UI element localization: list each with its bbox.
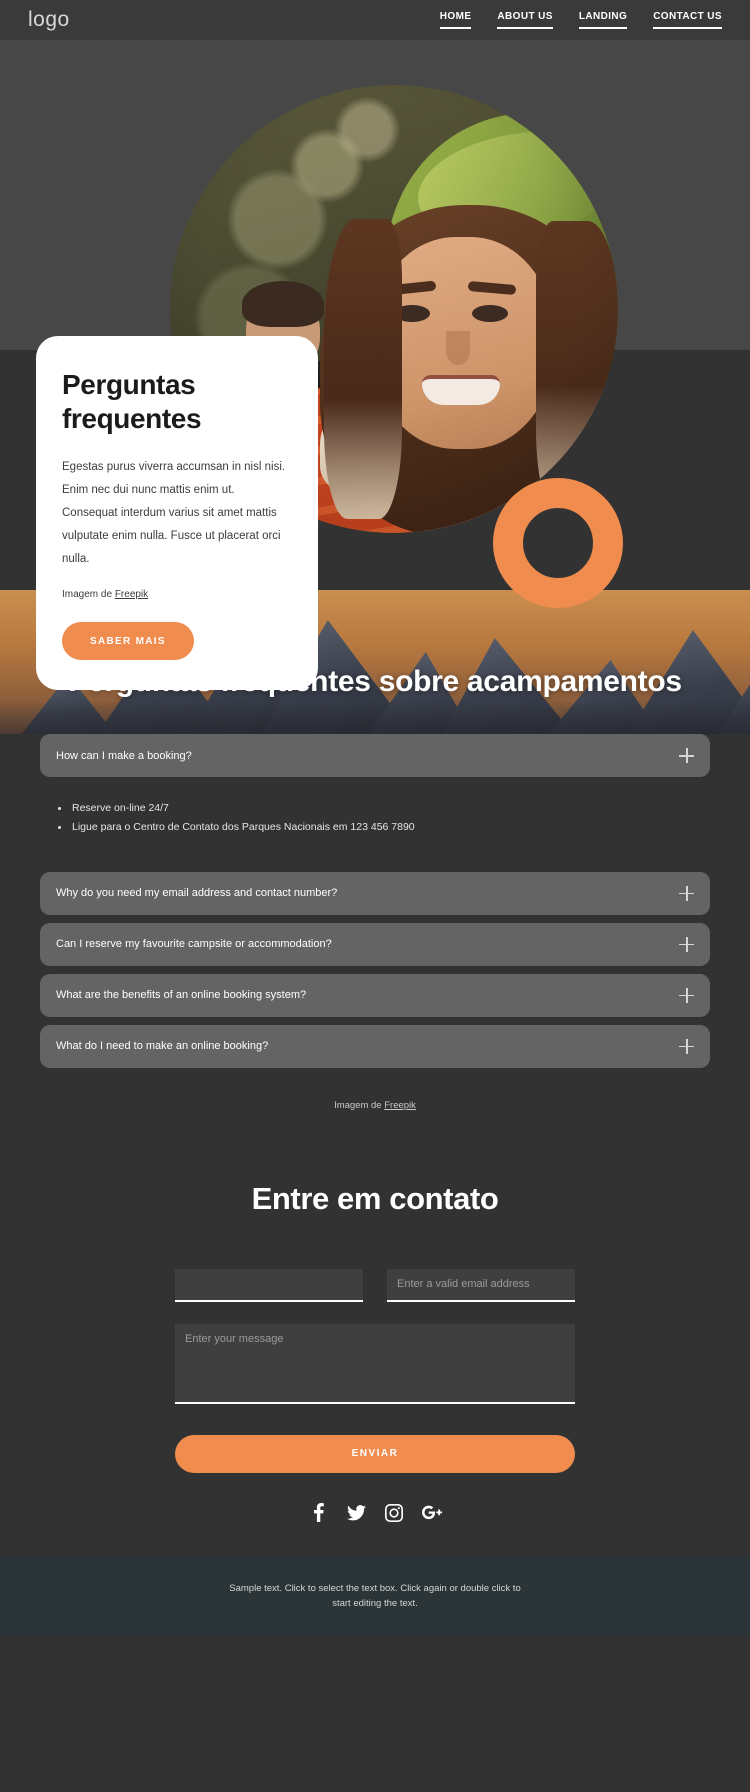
saber-mais-button[interactable]: SABER MAIS bbox=[62, 622, 194, 661]
page-title: Perguntas frequentes bbox=[62, 369, 202, 435]
submit-wrap: ENVIAR bbox=[175, 1434, 575, 1473]
name-input[interactable] bbox=[175, 1268, 363, 1302]
contact-section: Entre em contato ENVIAR bbox=[0, 1110, 750, 1523]
plus-icon[interactable] bbox=[679, 748, 694, 763]
contact-form-row bbox=[175, 1268, 575, 1302]
hero-credit-prefix: Imagem de bbox=[62, 589, 115, 601]
instagram-icon[interactable] bbox=[384, 1503, 404, 1523]
site-footer: Sample text. Click to select the text bo… bbox=[0, 1556, 750, 1635]
message-textarea[interactable] bbox=[175, 1323, 575, 1404]
faq-image-credit: Imagem de Freepik bbox=[40, 1100, 710, 1111]
email-field-wrap bbox=[387, 1268, 575, 1302]
faq-item-3[interactable]: What are the benefits of an online booki… bbox=[40, 973, 710, 1017]
faq-question-label: What do I need to make an online booking… bbox=[56, 1040, 269, 1053]
nav-item-landing[interactable]: LANDING bbox=[578, 11, 628, 29]
main-navigation: HOME ABOUT US LANDING CONTACT US bbox=[439, 11, 722, 29]
contact-form: ENVIAR bbox=[175, 1268, 575, 1473]
nav-item-home[interactable]: HOME bbox=[439, 11, 472, 29]
faq-question-label: What are the benefits of an online booki… bbox=[56, 989, 307, 1002]
plus-icon[interactable] bbox=[679, 885, 694, 901]
orange-ring-decoration bbox=[493, 478, 623, 608]
google-plus-icon[interactable] bbox=[422, 1503, 442, 1523]
faq-content: How can I make a booking? Reserve on-lin… bbox=[0, 734, 750, 1111]
faq-item-0[interactable]: How can I make a booking? bbox=[40, 734, 710, 777]
facebook-icon[interactable] bbox=[308, 1503, 328, 1523]
hero-card: Perguntas frequentes Egestas purus viver… bbox=[36, 336, 318, 691]
plus-icon[interactable] bbox=[679, 987, 694, 1003]
hero-credit-link[interactable]: Freepik bbox=[115, 589, 148, 600]
nav-item-about-us[interactable]: ABOUT US bbox=[497, 11, 553, 29]
social-links bbox=[0, 1503, 750, 1523]
nav-item-contact-us[interactable]: CONTACT US bbox=[653, 11, 722, 29]
faq-question-label: How can I make a booking? bbox=[56, 749, 192, 762]
faq-credit-prefix: Imagem de bbox=[334, 1099, 385, 1111]
site-header: logo HOME ABOUT US LANDING CONTACT US bbox=[0, 0, 750, 40]
hero-section: Perguntas frequentes Egestas purus viver… bbox=[0, 40, 750, 691]
faq-answer-bullet: Reserve on-line 24/7 bbox=[56, 799, 710, 818]
faq-question-label: Can I reserve my favourite campsite or a… bbox=[56, 938, 332, 951]
faq-item-2[interactable]: Can I reserve my favourite campsite or a… bbox=[40, 922, 710, 966]
message-field-wrap bbox=[175, 1323, 575, 1409]
enviar-button[interactable]: ENVIAR bbox=[175, 1434, 575, 1473]
hero-image-credit: Imagem de Freepik bbox=[62, 589, 292, 600]
faq-answer-bullet: Ligue para o Centro de Contato dos Parqu… bbox=[56, 818, 710, 837]
contact-heading: Entre em contato bbox=[251, 1180, 499, 1216]
faq-credit-link[interactable]: Freepik bbox=[384, 1100, 416, 1111]
email-input[interactable] bbox=[387, 1268, 575, 1302]
name-field-wrap bbox=[175, 1268, 363, 1302]
plus-icon[interactable] bbox=[679, 1038, 694, 1054]
faq-accordion: How can I make a booking? Reserve on-lin… bbox=[40, 734, 710, 1068]
faq-answer-0: Reserve on-line 24/7 Ligue para o Centro… bbox=[40, 785, 710, 848]
faq-question-label: Why do you need my email address and con… bbox=[56, 887, 338, 900]
footer-sample-text[interactable]: Sample text. Click to select the text bo… bbox=[225, 1581, 525, 1611]
logo[interactable]: logo bbox=[28, 8, 70, 32]
faq-item-4[interactable]: What do I need to make an online booking… bbox=[40, 1024, 710, 1068]
hero-card-body: Egestas purus viverra accumsan in nisl n… bbox=[62, 461, 286, 566]
twitter-icon[interactable] bbox=[346, 1503, 366, 1523]
plus-icon[interactable] bbox=[679, 936, 694, 952]
faq-item-1[interactable]: Why do you need my email address and con… bbox=[40, 871, 710, 915]
